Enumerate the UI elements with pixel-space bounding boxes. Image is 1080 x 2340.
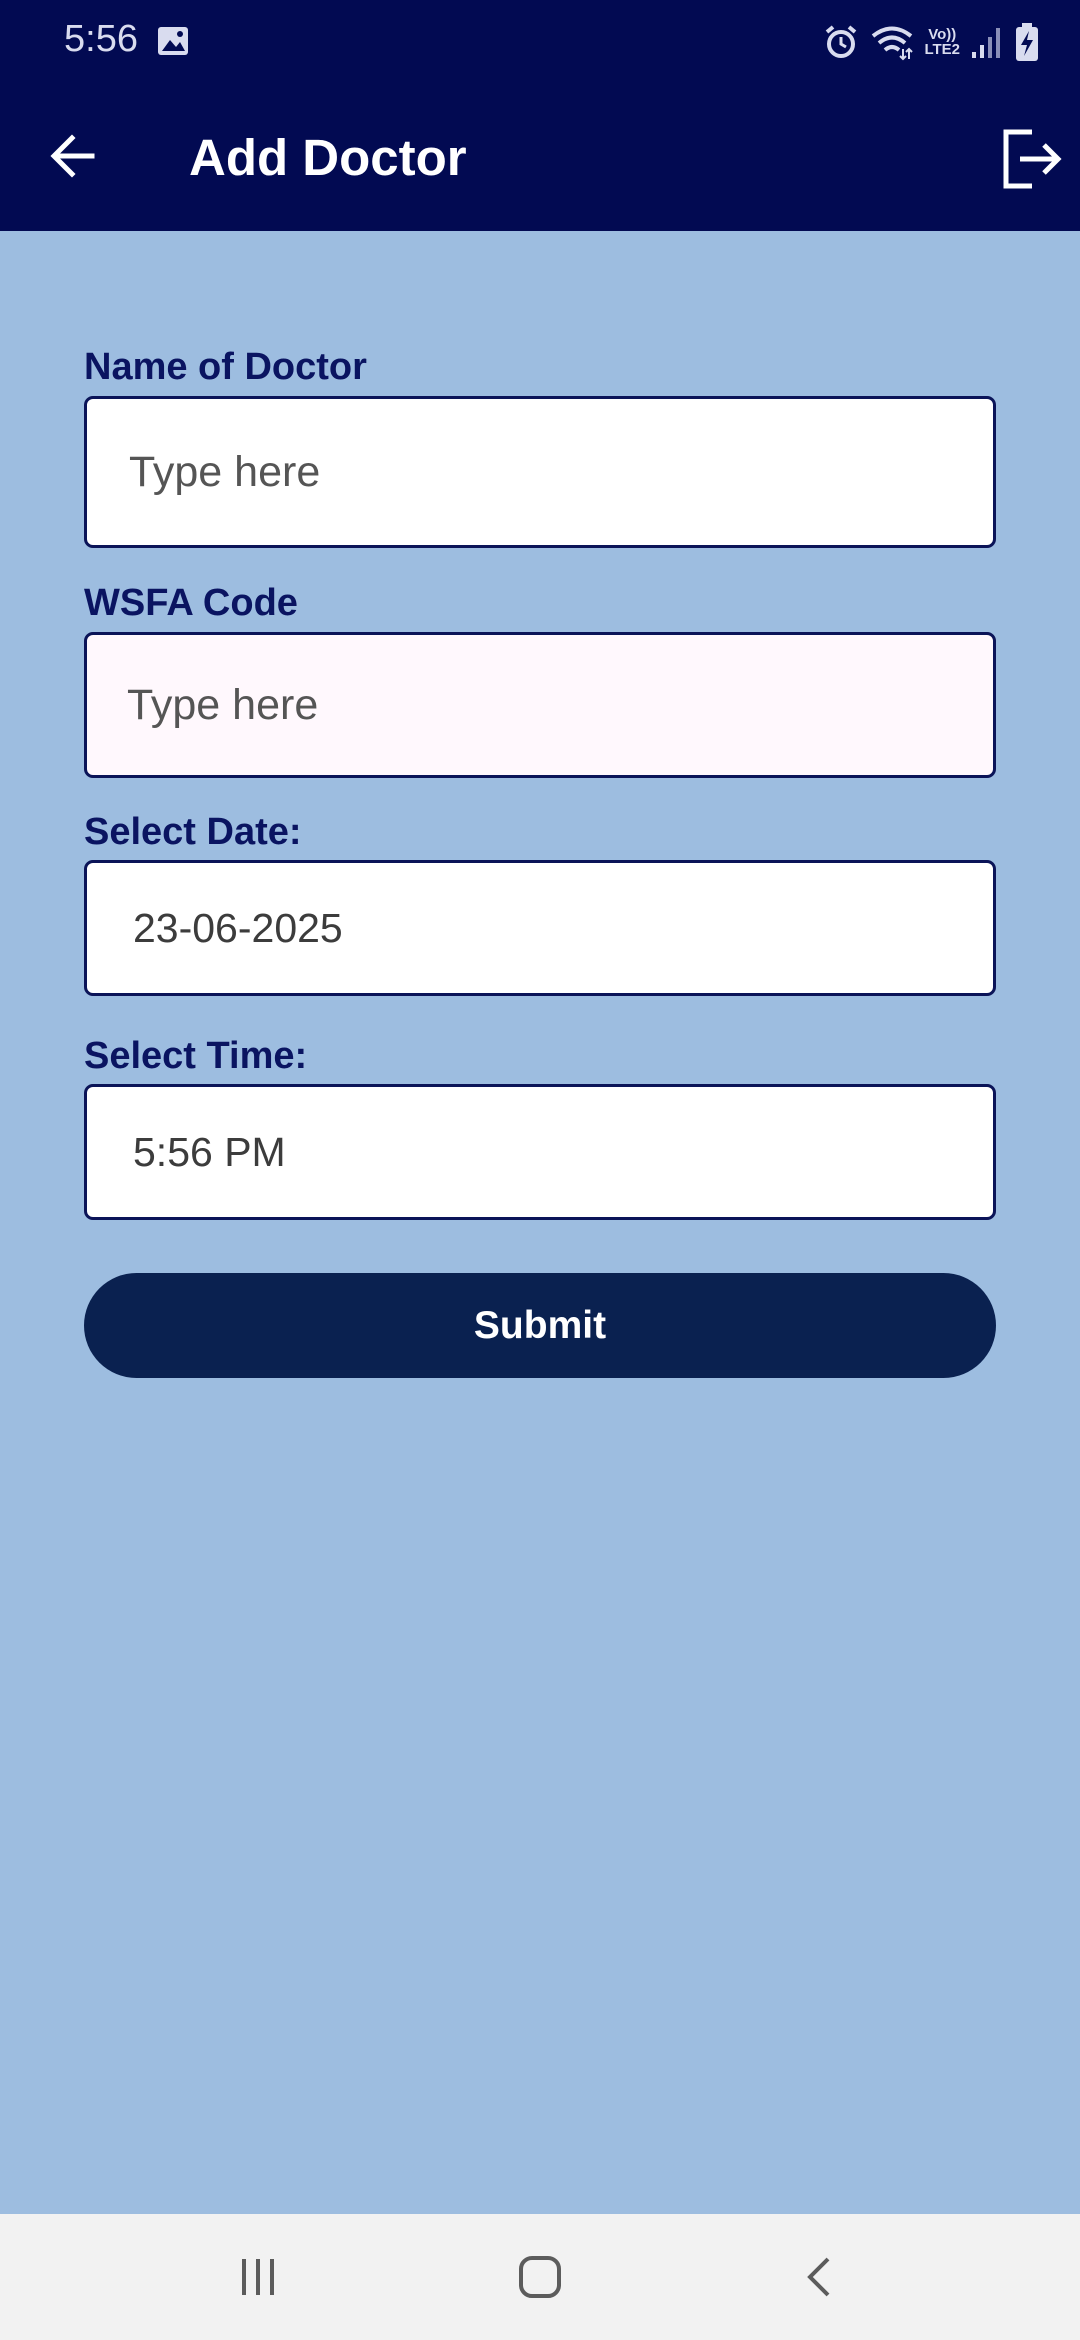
date-value: 23-06-2025 — [133, 904, 343, 951]
volte-label: Vo)) — [928, 26, 957, 43]
recents-icon — [242, 2259, 274, 2295]
date-picker-field[interactable]: 23-06-2025 — [84, 860, 996, 996]
signal-icon — [970, 24, 1004, 60]
status-time: 5:56 — [64, 18, 138, 60]
alarm-icon — [822, 23, 860, 61]
page-title: Add Doctor — [189, 129, 467, 186]
name-of-doctor-label: Name of Doctor — [84, 346, 367, 388]
logout-icon — [1003, 129, 1062, 189]
home-icon — [519, 2256, 561, 2298]
recents-button[interactable] — [218, 2242, 298, 2312]
select-date-label: Select Date: — [84, 811, 302, 853]
lte-label: LTE2 — [924, 41, 960, 58]
wsfa-code-label: WSFA Code — [84, 582, 298, 624]
status-bar: 5:56 Vo)) LTE2 — [0, 0, 1080, 84]
gallery-notification-icon — [156, 24, 190, 58]
submit-button[interactable]: Submit — [84, 1273, 996, 1378]
select-time-label: Select Time: — [84, 1035, 308, 1077]
doctor-name-input[interactable] — [84, 396, 996, 548]
nav-back-icon — [807, 2257, 830, 2297]
home-button[interactable] — [500, 2242, 580, 2312]
volte-icon: Vo)) LTE2 — [924, 27, 960, 57]
app-bar: Add Doctor — [0, 84, 1080, 231]
back-button[interactable] — [42, 124, 106, 188]
logout-button[interactable] — [996, 124, 1066, 194]
time-value: 5:56 PM — [133, 1128, 286, 1175]
wsfa-code-input[interactable] — [84, 632, 996, 778]
status-icons: Vo)) LTE2 — [822, 20, 1040, 64]
time-picker-field[interactable]: 5:56 PM — [84, 1084, 996, 1220]
arrow-left-icon — [50, 134, 95, 178]
wifi-icon — [870, 23, 914, 61]
system-nav-bar — [0, 2214, 1080, 2340]
nav-back-button[interactable] — [780, 2242, 860, 2312]
battery-charging-icon — [1014, 22, 1040, 62]
